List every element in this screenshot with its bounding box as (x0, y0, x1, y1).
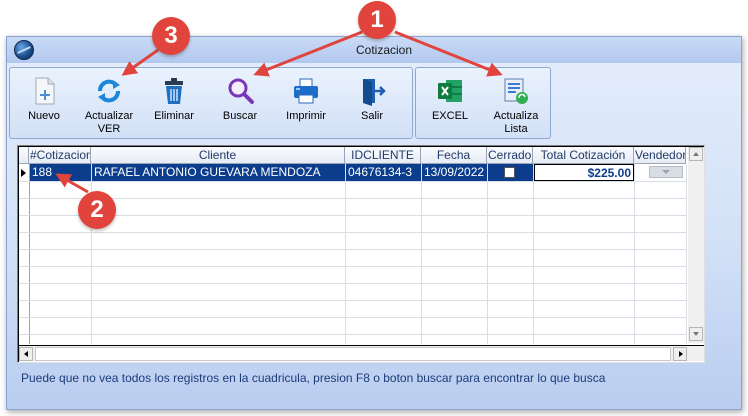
cell-fecha[interactable]: 13/09/2022 (422, 164, 487, 181)
arrow-right-icon (679, 351, 683, 357)
grid-line (686, 164, 687, 344)
col-header-vendedor[interactable]: Vendedor (634, 147, 686, 164)
cerrado-checkbox[interactable] (504, 167, 515, 178)
grid-line (19, 181, 686, 182)
grid-line (19, 283, 686, 284)
actualiza-lista-label: Actualiza Lista (493, 110, 539, 135)
scroll-right-button[interactable] (673, 347, 687, 361)
new-document-icon (35, 77, 55, 105)
scroll-left-button[interactable] (19, 347, 33, 361)
cell-vendedor[interactable] (635, 164, 686, 181)
cell-cerrado[interactable] (488, 164, 533, 181)
horizontal-scrollbar[interactable] (19, 345, 704, 361)
salir-label: Salir (360, 110, 383, 122)
cell-total[interactable]: $225.00 (534, 164, 634, 181)
grid-line (19, 249, 686, 250)
vertical-scrollbar[interactable] (688, 147, 704, 343)
nuevo-button[interactable]: Nuevo (12, 70, 76, 138)
grid-line (19, 317, 686, 318)
buscar-button[interactable]: Buscar (208, 70, 272, 138)
grid-line (19, 300, 686, 301)
grid-line (19, 266, 686, 267)
list-refresh-icon (504, 78, 528, 104)
vendedor-dropdown[interactable] (649, 166, 683, 178)
scroll-up-button[interactable] (689, 147, 703, 161)
cotizacion-window: Cotizacion Nuevo Actualizar VER Eliminar… (6, 36, 742, 410)
col-header-fecha[interactable]: Fecha (421, 147, 487, 164)
callout-badge-1: 1 (358, 1, 396, 39)
magnifier-icon (228, 78, 254, 104)
cell-cliente[interactable]: RAFAEL ANTONIO GUEVARA MENDOZA (92, 164, 345, 181)
printer-icon (294, 78, 318, 104)
actualizar-ver-label: Actualizar VER (84, 110, 134, 135)
col-header-total[interactable]: Total Cotización (533, 147, 634, 164)
exit-door-icon (363, 79, 386, 106)
window-title: Cotizacion (355, 43, 413, 57)
nuevo-label: Nuevo (28, 110, 60, 122)
scroll-thumb[interactable] (35, 347, 671, 361)
footer-note: Puede que no vea todos los registros en … (21, 371, 606, 385)
arrow-left-icon (24, 351, 28, 357)
col-header-cotizacion[interactable]: #Cotizacion (29, 147, 91, 164)
title-bar: Cotizacion (7, 37, 741, 63)
excel-label: EXCEL (431, 110, 469, 122)
chevron-down-icon (662, 170, 670, 174)
grid-line (19, 215, 686, 216)
cell-cotizacion[interactable]: 188 (30, 164, 91, 181)
callout-badge-2: 2 (78, 191, 116, 229)
excel-button[interactable]: EXCEL (418, 70, 482, 138)
col-header-cliente[interactable]: Cliente (91, 147, 345, 164)
trash-icon (165, 78, 183, 104)
row-indicator-arrow (21, 169, 26, 177)
arrow-up-icon (693, 152, 699, 156)
grid-corner (19, 147, 29, 164)
callout-badge-3: 3 (152, 17, 190, 55)
grid-line (19, 198, 686, 199)
refresh-icon (98, 79, 120, 103)
actualizar-ver-button[interactable]: Actualizar VER (77, 70, 141, 138)
imprimir-label: Imprimir (286, 110, 326, 122)
actualiza-lista-button[interactable]: Actualiza Lista (484, 70, 548, 138)
scroll-down-button[interactable] (689, 327, 703, 341)
eliminar-label: Eliminar (154, 110, 194, 122)
grid-line (19, 334, 686, 335)
arrow-down-icon (693, 332, 699, 336)
quotations-grid[interactable]: #Cotizacion Cliente IDCLIENTE Fecha Cerr… (17, 145, 705, 363)
main-toolbar: Nuevo Actualizar VER Eliminar Buscar Imp… (9, 67, 413, 139)
excel-icon (438, 80, 462, 102)
export-toolbar: EXCEL Actualiza Lista (415, 67, 551, 139)
eliminar-button[interactable]: Eliminar (142, 70, 206, 138)
salir-button[interactable]: Salir (340, 70, 404, 138)
cell-idcliente[interactable]: 04676134-3 (346, 164, 421, 181)
grid-line (19, 232, 686, 233)
col-header-idcliente[interactable]: IDCLIENTE (345, 147, 421, 164)
imprimir-button[interactable]: Imprimir (274, 70, 338, 138)
buscar-label: Buscar (222, 110, 258, 122)
col-header-cerrado[interactable]: Cerrado (487, 147, 533, 164)
